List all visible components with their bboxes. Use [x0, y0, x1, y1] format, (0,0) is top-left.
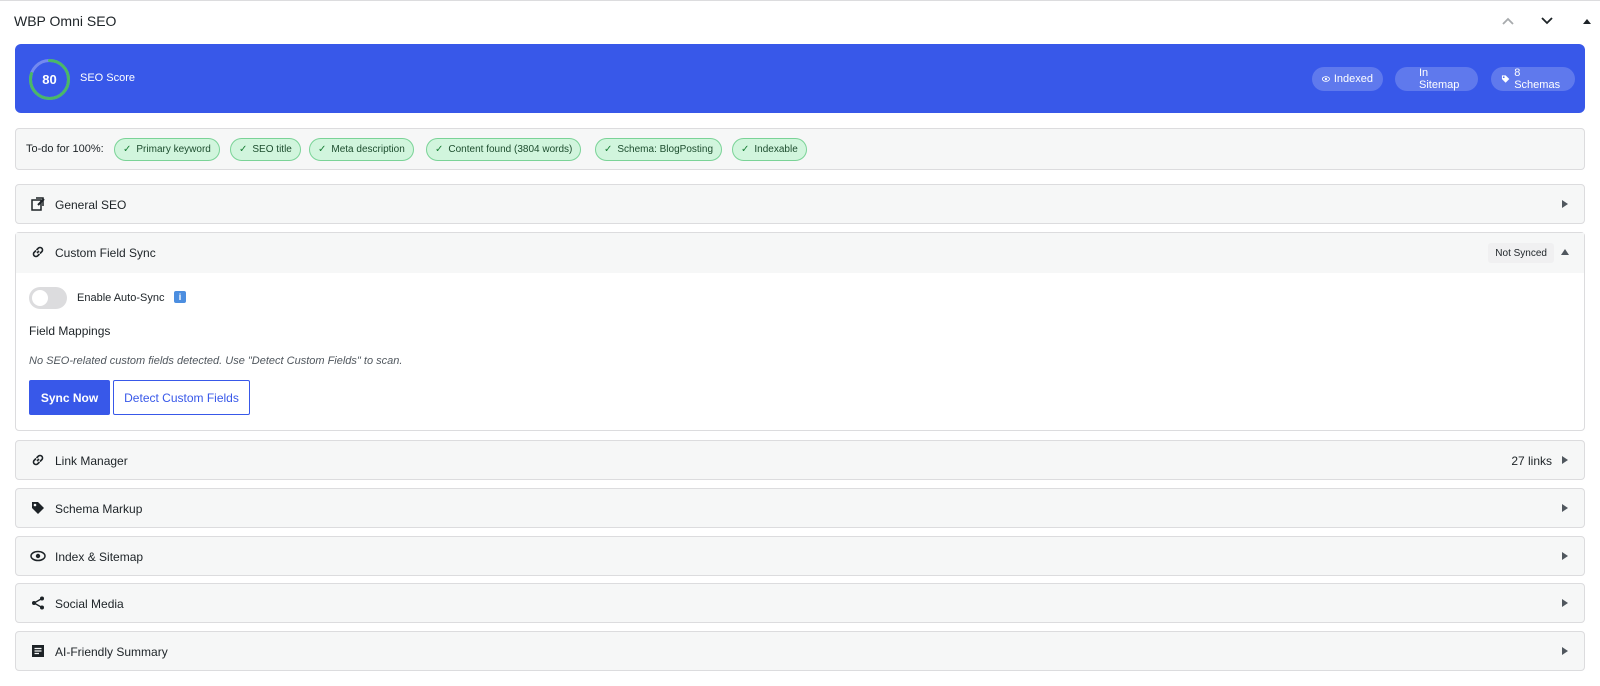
caret-up-icon	[1583, 19, 1591, 24]
caret-right-icon	[1562, 599, 1568, 607]
field-mappings-title: Field Mappings	[29, 324, 111, 338]
check-icon: ✓	[239, 144, 248, 155]
section-ai-friendly-summary: AI-Friendly Summary	[15, 631, 1585, 671]
indexed-badge[interactable]: Indexed	[1312, 67, 1383, 91]
tag-icon	[32, 502, 44, 514]
section-title: AI-Friendly Summary	[55, 645, 168, 659]
edit-page-icon	[31, 197, 45, 211]
section-header-index-sitemap[interactable]: Index & Sitemap	[16, 537, 1584, 575]
section-social-media: Social Media	[15, 583, 1585, 623]
sitemap-badge[interactable]: In Sitemap	[1395, 67, 1478, 91]
seo-score-label: SEO Score	[80, 72, 136, 84]
schemas-badge[interactable]: 8 Schemas	[1491, 67, 1575, 91]
check-icon: ✓	[435, 144, 444, 155]
link-icon	[32, 454, 44, 466]
seo-score-value: 80	[42, 72, 57, 87]
eye-icon	[30, 550, 46, 562]
todo-chip-primary-keyword: ✓ Primary keyword	[114, 138, 220, 161]
chevron-up-icon	[1502, 17, 1514, 25]
panel-header: WBP Omni SEO	[0, 1, 1600, 39]
todo-chip-schema: ✓ Schema: BlogPosting	[595, 138, 723, 161]
sync-now-button[interactable]: Sync Now	[29, 380, 110, 415]
section-header-link-manager[interactable]: Link Manager 27 links	[16, 441, 1584, 479]
check-icon: ✓	[123, 144, 132, 155]
section-title: Custom Field Sync	[55, 246, 156, 260]
section-title: Link Manager	[55, 454, 128, 468]
section-title: Social Media	[55, 597, 124, 611]
caret-right-icon	[1562, 456, 1568, 464]
todo-chip-content-found: ✓ Content found (3804 words)	[426, 138, 582, 161]
section-header-schema-markup[interactable]: Schema Markup	[16, 489, 1584, 527]
chip-label: Schema: BlogPosting	[617, 144, 714, 155]
caret-right-icon	[1562, 504, 1568, 512]
section-title: Index & Sitemap	[55, 550, 144, 564]
info-icon[interactable]: i	[174, 291, 186, 303]
move-up-button[interactable]	[1496, 9, 1520, 33]
chip-label: Content found (3804 words)	[448, 144, 573, 155]
caret-right-icon	[1562, 552, 1568, 560]
sync-status-badge: Not Synced	[1488, 243, 1554, 263]
panel-title: WBP Omni SEO	[14, 13, 117, 29]
toggle-panel-button[interactable]	[1575, 9, 1599, 33]
auto-sync-toggle[interactable]	[29, 287, 67, 309]
caret-up-icon	[1561, 249, 1569, 255]
section-header-social-media[interactable]: Social Media	[16, 584, 1584, 622]
section-general-seo: General SEO	[15, 184, 1585, 224]
eye-icon	[1322, 76, 1330, 82]
section-title: Schema Markup	[55, 502, 143, 516]
check-icon: ✓	[318, 144, 327, 155]
auto-sync-label: Enable Auto-Sync	[77, 292, 165, 304]
todo-bar: To-do for 100%: ✓ Primary keyword ✓ SEO ti…	[15, 128, 1585, 170]
share-icon	[32, 596, 44, 610]
chip-label: Meta description	[331, 144, 405, 155]
chip-label: SEO title	[252, 144, 292, 155]
move-down-button[interactable]	[1535, 9, 1559, 33]
schemas-label: 8 Schemas	[1514, 67, 1561, 91]
link-count: 27 links	[1511, 454, 1552, 468]
caret-right-icon	[1562, 647, 1568, 655]
detect-custom-fields-button[interactable]: Detect Custom Fields	[113, 380, 250, 415]
chip-label: Primary keyword	[136, 144, 211, 155]
chevron-down-icon	[1541, 17, 1553, 25]
todo-chip-indexable: ✓ Indexable	[732, 138, 807, 161]
link-icon	[32, 246, 44, 258]
indexed-label: Indexed	[1333, 73, 1373, 85]
caret-right-icon	[1562, 200, 1568, 208]
check-icon: ✓	[604, 144, 613, 155]
section-header-custom-field-sync[interactable]: Custom Field Sync Not Synced	[16, 233, 1584, 273]
section-link-manager: Link Manager 27 links	[15, 440, 1585, 480]
section-title: General SEO	[55, 198, 127, 212]
todo-label: To-do for 100%:	[26, 143, 104, 155]
document-icon	[32, 645, 44, 657]
tag-icon	[1501, 75, 1510, 83]
section-custom-field-sync: Custom Field Sync Not Synced Enable Auto…	[15, 232, 1585, 431]
toggle-knob	[32, 290, 48, 306]
todo-chip-meta-description: ✓ Meta description	[309, 138, 414, 161]
field-mappings-note: No SEO-related custom fields detected. U…	[29, 355, 403, 367]
section-header-ai-summary[interactable]: AI-Friendly Summary	[16, 632, 1584, 670]
check-icon: ✓	[741, 144, 750, 155]
sitemap-label: In Sitemap	[1419, 67, 1460, 91]
todo-chip-seo-title: ✓ SEO title	[230, 138, 301, 161]
section-schema-markup: Schema Markup	[15, 488, 1585, 528]
seo-score-banner: 80 SEO Score Indexed In Sitemap 8 Schema…	[15, 44, 1585, 113]
section-index-sitemap: Index & Sitemap	[15, 536, 1585, 576]
chip-label: Indexable	[754, 144, 798, 155]
section-header-general-seo[interactable]: General SEO	[16, 185, 1584, 223]
